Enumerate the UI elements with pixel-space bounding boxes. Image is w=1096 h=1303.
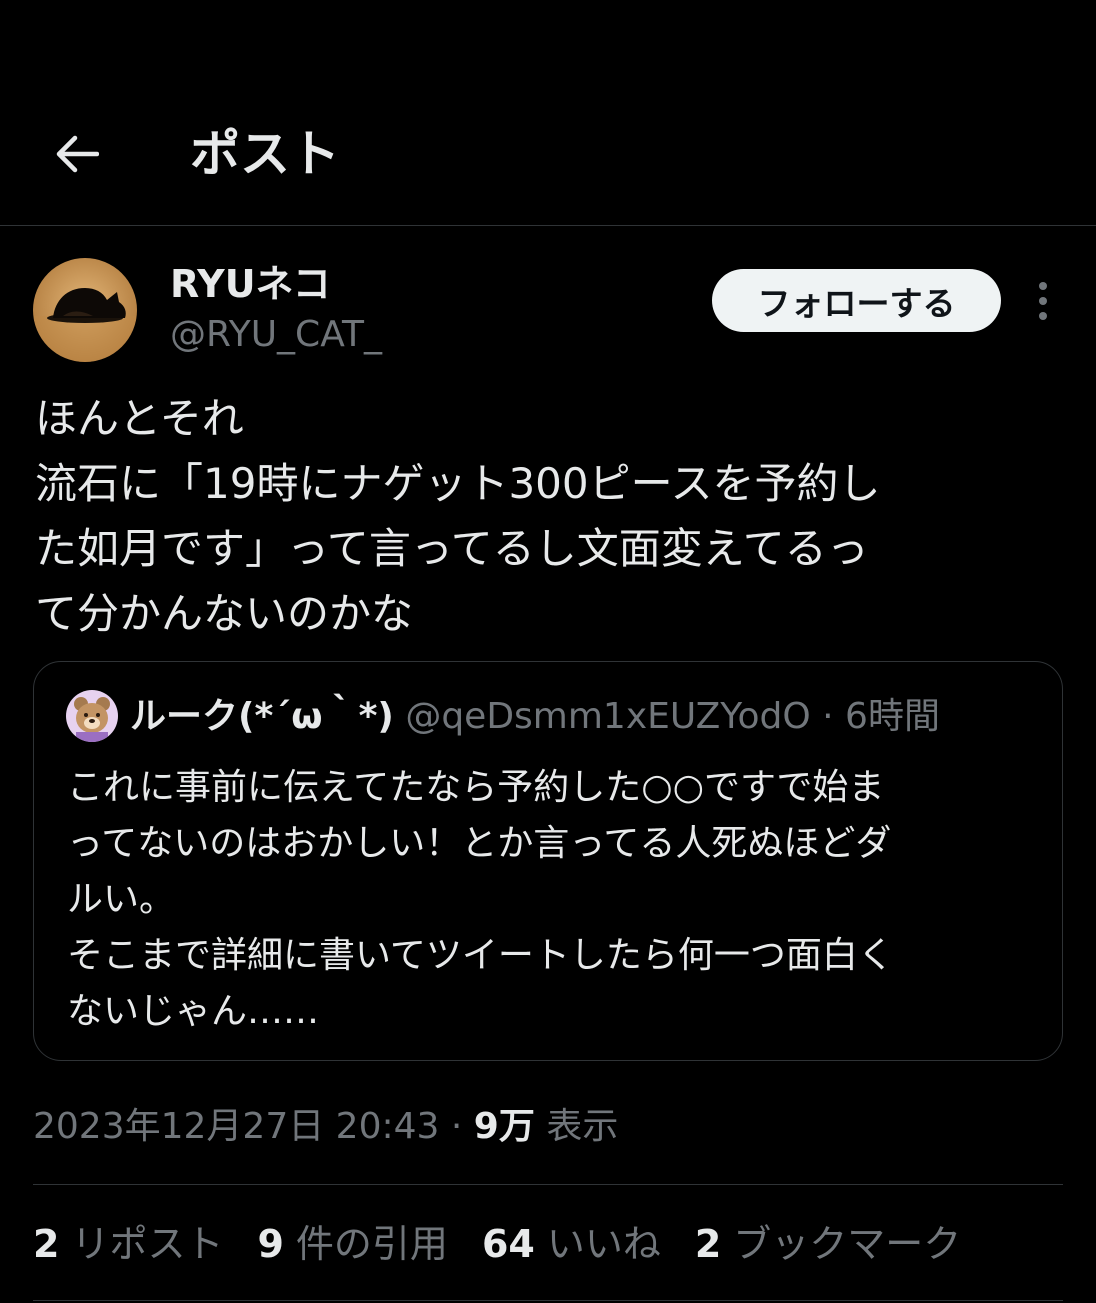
follow-button[interactable]: フォローする: [712, 269, 1001, 332]
post-line: ほんとそれ: [35, 394, 244, 443]
dot-separator: ·: [822, 696, 834, 737]
post-line: て分かんないのかな: [35, 589, 414, 638]
arrow-left-icon: [56, 135, 99, 173]
views-label: 表示: [546, 1106, 619, 1147]
quoted-line: ルい。: [67, 879, 176, 920]
author-name[interactable]: RYUネコ: [170, 260, 331, 308]
quoted-post-header: ルーク(*´ω｀*) @qeDsmm1xEUZYodO · 6時間: [130, 690, 940, 744]
quoted-line: これに事前に伝えてたなら予約した○○ですで始ま: [67, 767, 885, 808]
quoted-post[interactable]: ルーク(*´ω｀*) @qeDsmm1xEUZYodO · 6時間 これに事前に…: [33, 661, 1063, 1061]
quoted-line: ってないのはおかしい！とか言ってる人死ぬほどダ: [67, 823, 892, 864]
quoted-post-text: これに事前に伝えてたなら予約した○○ですで始ま ってないのはおかしい！とか言って…: [67, 760, 1047, 1040]
quotes-count: 9: [257, 1222, 284, 1266]
quoted-author-avatar: [66, 690, 118, 742]
quoted-post-time: 6時間: [845, 696, 940, 737]
page-title: ポスト: [190, 125, 340, 183]
back-button[interactable]: [46, 124, 106, 184]
likes-stat[interactable]: 64 いいね: [482, 1214, 661, 1274]
author-handle[interactable]: @RYU_CAT_: [170, 312, 382, 358]
bookmarks-stat[interactable]: 2 ブックマーク: [695, 1214, 961, 1274]
quoted-author-name: ルーク(*´ω｀*): [130, 696, 394, 737]
post-line: 流石に「19時にナゲット300ピースを予約し: [35, 459, 881, 508]
quoted-line: そこまで詳細に書いてツイートしたら何一つ面白く: [67, 935, 894, 976]
bookmarks-count: 2: [694, 1222, 722, 1266]
quotes-stat[interactable]: 9 件の引用: [257, 1214, 447, 1274]
more-options-button[interactable]: [1030, 280, 1056, 322]
post-line: た如月です」って言ってるし文面変えてるっ: [35, 524, 869, 573]
views-count: 9万: [473, 1106, 535, 1147]
post-text: ほんとそれ 流石に「19時にナゲット300ピースを予約し た如月です」って言って…: [35, 386, 1055, 646]
divider: [33, 1300, 1063, 1301]
reposts-count: 2: [33, 1222, 60, 1266]
quoted-author-handle: @qeDsmm1xEUZYodO: [405, 696, 811, 737]
quotes-label: 件の引用: [295, 1222, 448, 1266]
quoted-line: ないじゃん……: [67, 991, 320, 1032]
top-bar: ポスト: [0, 0, 1096, 226]
divider: [33, 1184, 1063, 1185]
bookmarks-label: ブックマーク: [733, 1222, 962, 1266]
likes-label: いいね: [546, 1222, 661, 1266]
engagement-stats: 2 リポスト 9 件の引用 64 いいね 2 ブックマーク: [33, 1214, 961, 1274]
reposts-label: リポスト: [71, 1222, 224, 1266]
likes-count: 64: [481, 1222, 535, 1266]
post-datetime[interactable]: 2023年12月27日 20:43: [33, 1106, 439, 1147]
more-vertical-icon: [1039, 282, 1047, 320]
cat-avatar-image: [33, 258, 137, 362]
author-avatar[interactable]: [33, 258, 137, 362]
dot-separator: ·: [450, 1106, 463, 1147]
post-meta: 2023年12月27日 20:43 · 9万 表示: [33, 1100, 618, 1154]
reposts-stat[interactable]: 2 リポスト: [33, 1214, 223, 1274]
bear-avatar-image: [66, 690, 118, 742]
